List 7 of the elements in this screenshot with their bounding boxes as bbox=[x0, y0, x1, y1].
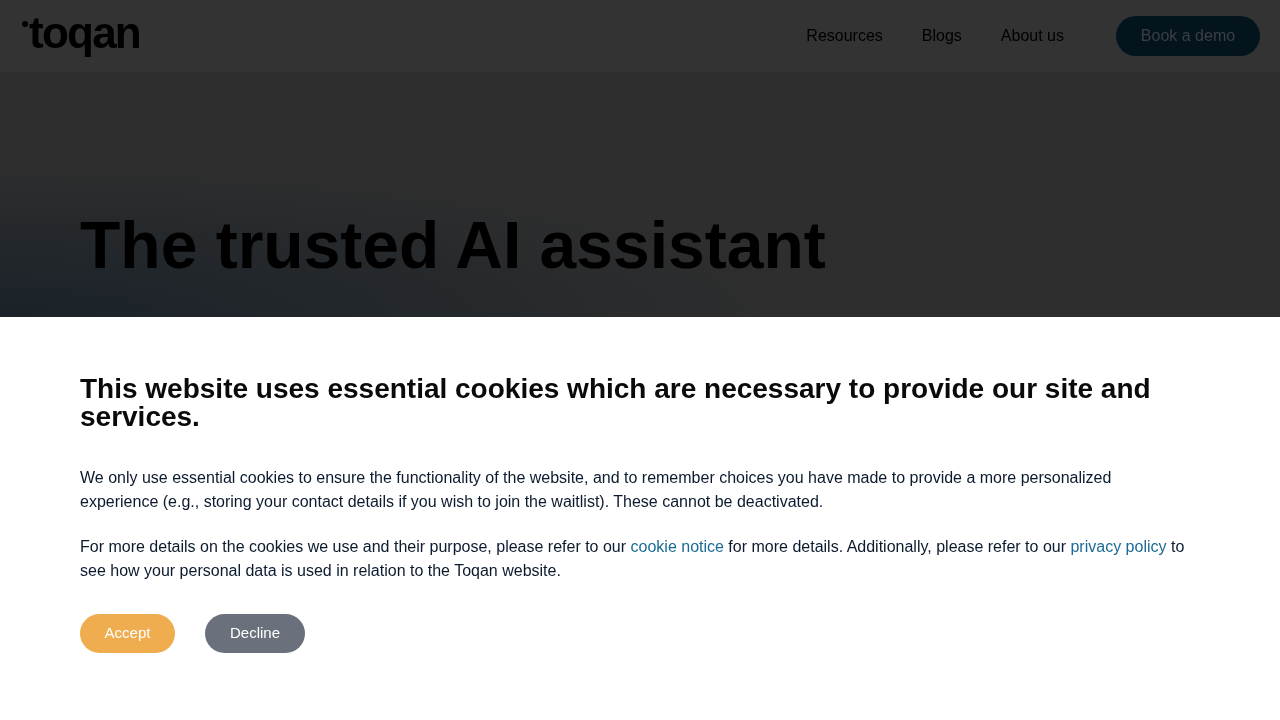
cookie-banner-title: This website uses essential cookies which are necessary to provide our site and services. bbox=[80, 375, 1152, 431]
decline-button[interactable]: Decline bbox=[205, 614, 305, 653]
cookie-paragraph: For more details on the cookies we use and their purpose, please refer to our cookie notice for more details. Additionally, please refer to our privacy policy to see how your personal data is used in relation to the Toqan website. bbox=[80, 537, 1186, 581]
accept-button[interactable]: Accept bbox=[80, 614, 175, 653]
cookie-paragraph: We only use essential cookies to ensure the functionality of the website, and to remember choices you have made to provide a more personalized experience (e.g., storing your contact details if you wish to join the waitlist). These cannot be deactivated. bbox=[80, 468, 1113, 512]
inline-link[interactable]: privacy policy bbox=[1070, 538, 1167, 555]
inline-link[interactable]: cookie notice bbox=[630, 538, 724, 555]
